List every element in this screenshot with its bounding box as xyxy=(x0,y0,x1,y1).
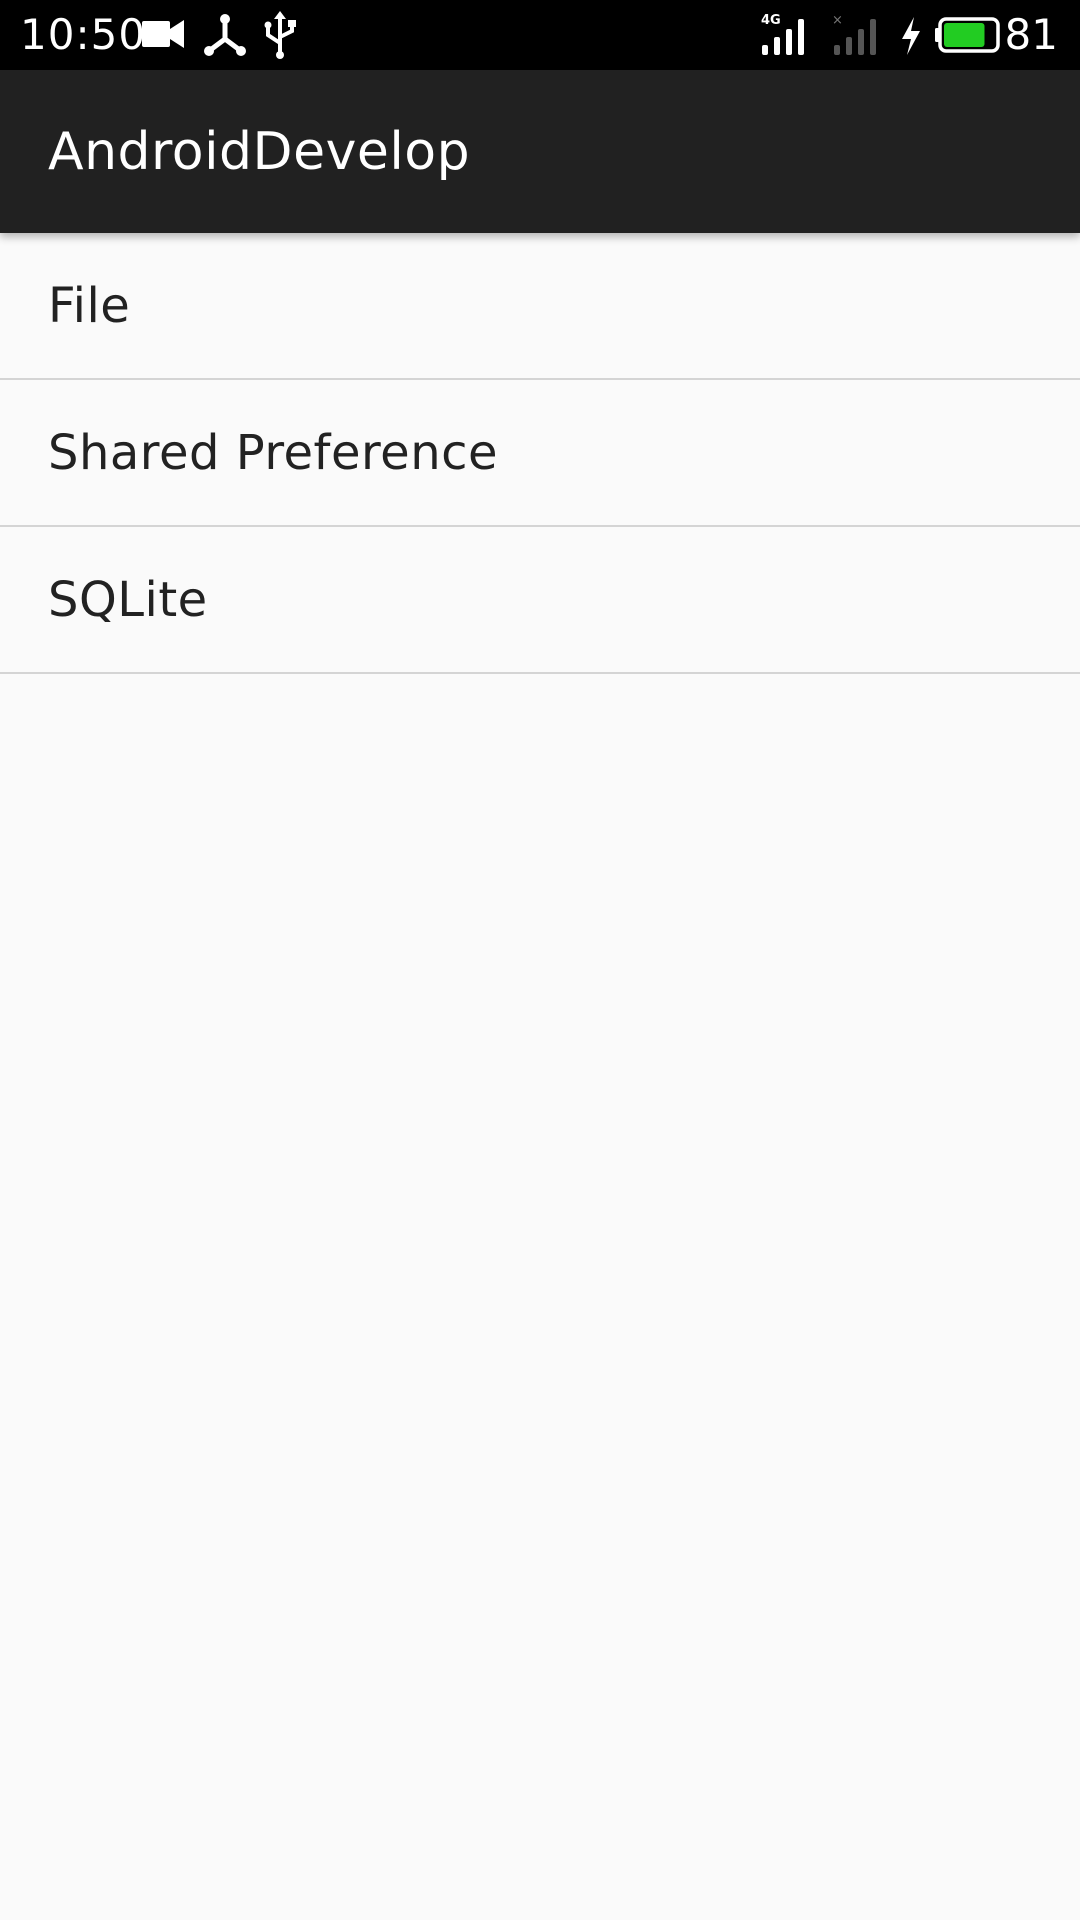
list-item-label: SQLite xyxy=(48,572,208,628)
svg-text:×: × xyxy=(832,13,843,28)
list-item-label: File xyxy=(48,278,131,334)
list-item-sqlite[interactable]: SQLite xyxy=(0,527,1080,674)
app-bar: AndroidDevelop xyxy=(0,70,1080,233)
list-item-file[interactable]: File xyxy=(0,233,1080,380)
storage-option-list: File Shared Preference SQLite xyxy=(0,233,1080,674)
status-bar: 10:50 4G × 81 xyxy=(0,0,1080,70)
status-time: 10:50 xyxy=(20,10,147,59)
battery-icon xyxy=(935,17,1000,53)
list-item-shared-preference[interactable]: Shared Preference xyxy=(0,380,1080,527)
list-item-label: Shared Preference xyxy=(48,425,499,481)
charging-bolt-icon xyxy=(902,17,920,55)
signal-4g-icon: 4G xyxy=(761,13,804,55)
battery-percentage: 81 xyxy=(1004,10,1058,59)
signal-no-sim-icon: × xyxy=(832,13,876,55)
app-title: AndroidDevelop xyxy=(48,122,471,182)
video-camera-icon xyxy=(142,20,184,48)
network-type-label: 4G xyxy=(761,13,781,28)
share-icon xyxy=(204,14,246,56)
usb-icon xyxy=(264,11,296,59)
